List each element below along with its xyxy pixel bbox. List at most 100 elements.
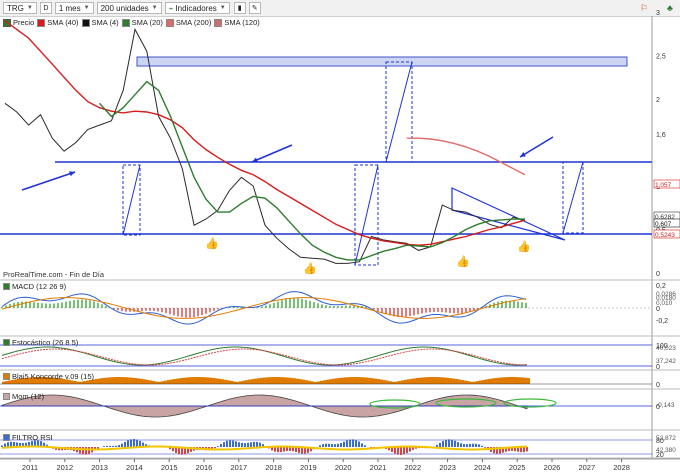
koncorde-area — [167, 380, 170, 384]
koncorde-area — [191, 377, 194, 384]
y-tick-label: 0 — [656, 271, 660, 278]
koncorde-area — [473, 381, 476, 384]
koncorde-area — [341, 377, 344, 384]
subpanel-value-label: 40,023 — [656, 345, 676, 352]
koncorde-area — [311, 381, 314, 384]
koncorde-area — [431, 377, 434, 384]
koncorde-area — [347, 377, 350, 384]
x-tick-label: 2027 — [578, 463, 595, 472]
koncorde-area — [476, 381, 479, 384]
x-tick-label: 2028 — [613, 463, 630, 472]
x-tick-label: 2024 — [474, 463, 491, 472]
arrow-line — [519, 136, 554, 158]
koncorde-area — [170, 379, 173, 384]
koncorde-area — [260, 377, 263, 384]
koncorde-area — [338, 377, 341, 384]
koncorde-area — [467, 381, 470, 384]
koncorde-area — [425, 377, 428, 384]
koncorde-area — [449, 378, 452, 384]
panel-title-mom: Mom (12) — [3, 392, 44, 401]
koncorde-area — [332, 378, 335, 384]
koncorde-area — [242, 380, 245, 384]
koncorde-area — [371, 378, 374, 384]
koncorde-area — [245, 380, 248, 384]
arrow-line — [251, 144, 293, 163]
koncorde-area — [110, 377, 113, 384]
koncorde-area — [512, 377, 515, 384]
koncorde-area — [470, 381, 473, 384]
koncorde-area — [488, 378, 491, 384]
koncorde-area — [143, 379, 146, 384]
x-tick-label: 2019 — [300, 463, 317, 472]
koncorde-area — [236, 381, 239, 384]
koncorde-area — [368, 377, 371, 384]
koncorde-area — [182, 377, 185, 384]
koncorde-area — [230, 380, 233, 384]
koncorde-area — [227, 380, 230, 384]
thumbs-up-icon: 👍 — [205, 237, 219, 250]
koncorde-area — [518, 377, 521, 384]
x-tick-label: 2011 — [22, 463, 38, 472]
koncorde-area — [179, 378, 182, 384]
thumbs-up-icon: 👍 — [517, 240, 531, 253]
subpanel-tick-label: 0 — [656, 382, 660, 389]
koncorde-area — [383, 380, 386, 384]
koncorde-area — [479, 380, 482, 384]
koncorde-area — [137, 378, 140, 384]
koncorde-area — [443, 377, 446, 384]
koncorde-area — [287, 377, 290, 384]
koncorde-area — [515, 377, 518, 384]
x-tick-label: 2013 — [91, 463, 108, 472]
koncorde-area — [326, 379, 329, 384]
panel-label: Mom (12) — [12, 392, 45, 401]
koncorde-area — [131, 377, 134, 384]
koncorde-area — [437, 377, 440, 384]
koncorde-area — [80, 381, 83, 384]
series-line-sma-20- — [98, 80, 525, 261]
subpanel-tick-label: 0,2 — [656, 283, 666, 290]
koncorde-area — [254, 378, 257, 384]
resistance-zone-box — [136, 56, 628, 67]
koncorde-area — [269, 377, 272, 384]
koncorde-area — [134, 378, 137, 384]
koncorde-area — [155, 381, 158, 384]
koncorde-area — [482, 379, 485, 384]
koncorde-area — [302, 379, 305, 384]
chart-canvas[interactable]: 32,521,610,50👍👍👍👍1,0570,62820,6070,52430… — [0, 0, 680, 472]
x-tick-label: 2015 — [161, 463, 178, 472]
series-line-sma-40- — [4, 20, 526, 246]
koncorde-area — [203, 377, 206, 384]
koncorde-area — [257, 378, 260, 384]
x-tick-label: 2012 — [56, 463, 73, 472]
subpanel-value-label: 0,010 — [656, 300, 673, 307]
koncorde-area — [161, 381, 164, 384]
x-tick-label: 2021 — [370, 463, 387, 472]
subpanel-tick-label: 0 — [656, 364, 660, 371]
projection-diagonal — [562, 161, 584, 234]
koncorde-area — [362, 377, 365, 384]
subpanel-value-label: -0,143 — [656, 402, 675, 409]
koncorde-area — [335, 378, 338, 384]
koncorde-area — [164, 380, 167, 384]
panel-swatch — [3, 393, 10, 400]
koncorde-area — [329, 379, 332, 384]
koncorde-area — [116, 377, 119, 384]
koncorde-area — [5, 381, 8, 384]
koncorde-area — [317, 381, 320, 384]
x-tick-label: 2023 — [439, 463, 456, 472]
koncorde-area — [200, 377, 203, 384]
series-line-sma-200- — [406, 137, 526, 176]
koncorde-area — [113, 377, 116, 384]
koncorde-area — [212, 377, 215, 384]
koncorde-area — [422, 377, 425, 384]
koncorde-area — [374, 378, 377, 384]
subpanel-tick-label: 0 — [656, 306, 660, 313]
koncorde-area — [284, 377, 287, 384]
panel-label: MACD (12 26 9) — [12, 282, 67, 291]
koncorde-area — [491, 378, 494, 384]
koncorde-area — [458, 379, 461, 384]
koncorde-area — [251, 379, 254, 384]
projection-diagonal — [385, 61, 413, 163]
koncorde-area — [506, 377, 509, 384]
koncorde-area — [206, 377, 209, 384]
